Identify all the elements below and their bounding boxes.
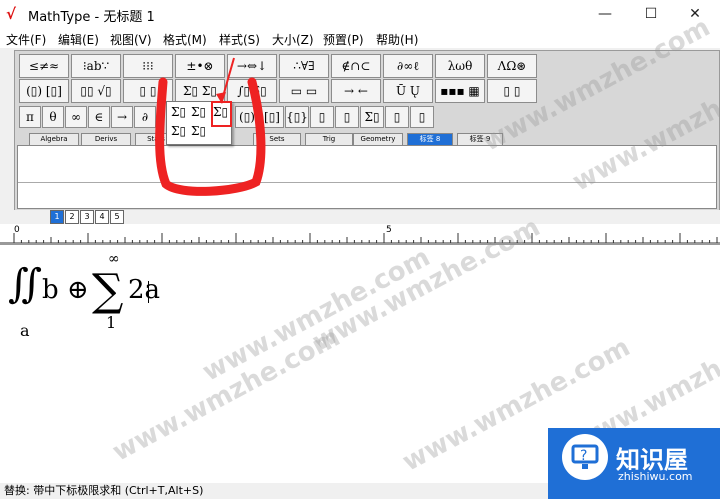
tab-button-2[interactable]: 2 [65,210,79,224]
tab-button-3[interactable]: 3 [80,210,94,224]
tab-buttons-bar: 1 2 3 4 5 [0,210,720,224]
status-text: 替换: 带中下标极限求和 (Ctrl+T,Alt+S) [4,484,204,497]
logo-circle-icon: ? [562,434,608,480]
integral-subscript: a [20,321,30,340]
equation-term-2a: 2a [128,275,161,305]
red-pointer-arrowhead [216,92,226,104]
logo-question-icon: ? [571,444,599,469]
red-circle-stroke [155,77,266,196]
tab-button-1[interactable]: 1 [50,210,64,224]
tab-button-4[interactable]: 4 [95,210,109,224]
zhishiwu-logo: ? 知识屋 zhishiwu.com [548,428,720,499]
sum-lower-limit: 1 [106,313,117,332]
ruler-mark-5: 5 [386,225,392,235]
sum-symbol: ∑ [92,265,124,316]
tab-button-5[interactable]: 5 [110,210,124,224]
ruler-ticks [0,233,720,244]
equation-term-b-oplus: b ⊕ [42,275,89,305]
ruler-mark-0: 0 [14,225,20,235]
svg-text:?: ? [580,448,587,464]
text-cursor [148,281,149,303]
logo-en-text: zhishiwu.com [618,470,693,483]
double-integral-symbol: ∬ [8,261,43,307]
ruler: 0 5 [0,224,720,245]
